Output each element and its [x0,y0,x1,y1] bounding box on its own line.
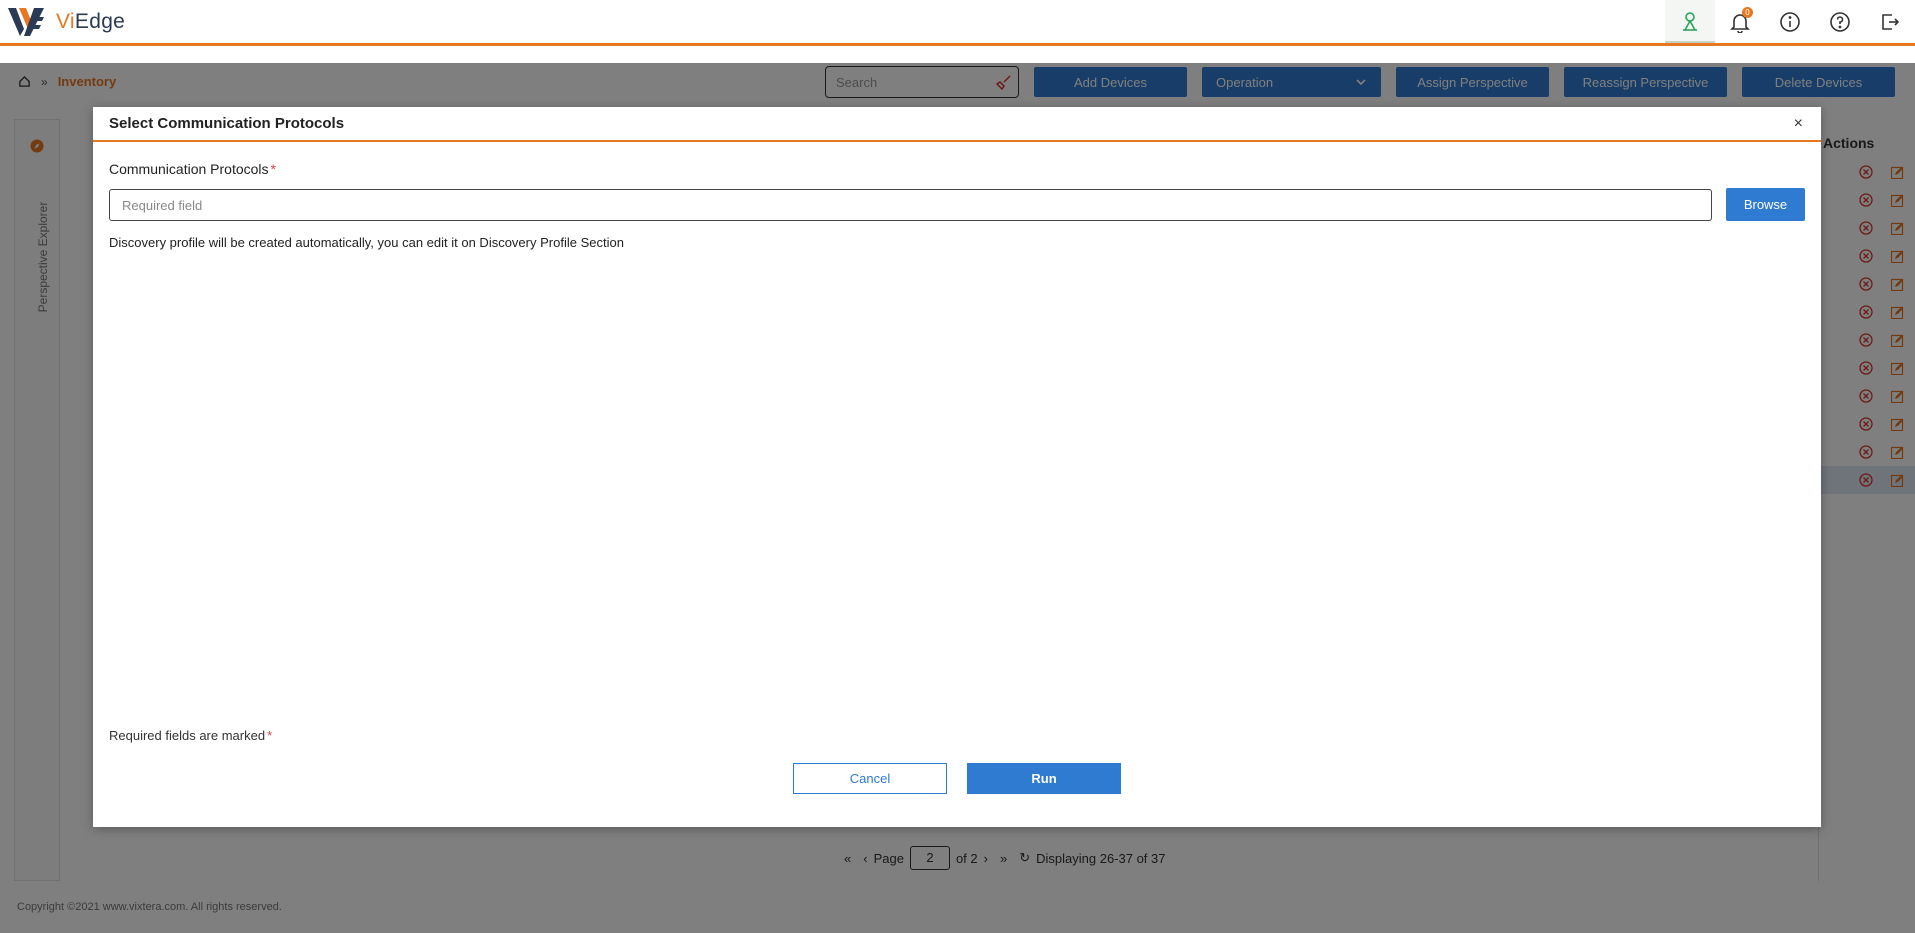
select-communication-protocols-dialog: Select Communication Protocols × Communi… [93,107,1821,827]
header-icon-bar: 0 [1665,0,1915,43]
communication-protocols-input[interactable] [109,189,1712,221]
top-header: ViEdge 0 [0,0,1915,46]
required-fields-note: Required fields are marked * [109,728,272,743]
info-button[interactable] [1765,0,1815,43]
viedge-logo-icon [8,7,44,36]
run-button[interactable]: Run [967,763,1121,794]
discovery-info-text: Discovery profile will be created automa… [109,235,624,250]
communication-protocols-label: Communication Protocols * [109,161,276,177]
dialog-title: Select Communication Protocols [109,115,345,132]
logout-icon [1882,13,1900,30]
cancel-button[interactable]: Cancel [793,763,947,794]
required-star: * [270,161,276,177]
close-icon[interactable]: × [1794,115,1803,133]
field-label-text: Communication Protocols [109,161,269,177]
notifications-button[interactable]: 0 [1715,0,1765,43]
help-icon [1830,11,1850,32]
perspective-icon [1683,11,1697,31]
perspective-button[interactable] [1665,0,1715,43]
help-button[interactable] [1815,0,1865,43]
app-logo[interactable]: ViEdge [6,5,125,39]
logout-button[interactable] [1865,0,1915,43]
dialog-header: Select Communication Protocols × [93,107,1821,142]
app-title: ViEdge [56,9,126,33]
required-note-text: Required fields are marked [109,728,266,743]
notification-badge: 0 [1742,7,1753,18]
browse-button[interactable]: Browse [1726,188,1805,221]
info-icon [1780,11,1800,32]
required-note-star: * [267,728,273,743]
